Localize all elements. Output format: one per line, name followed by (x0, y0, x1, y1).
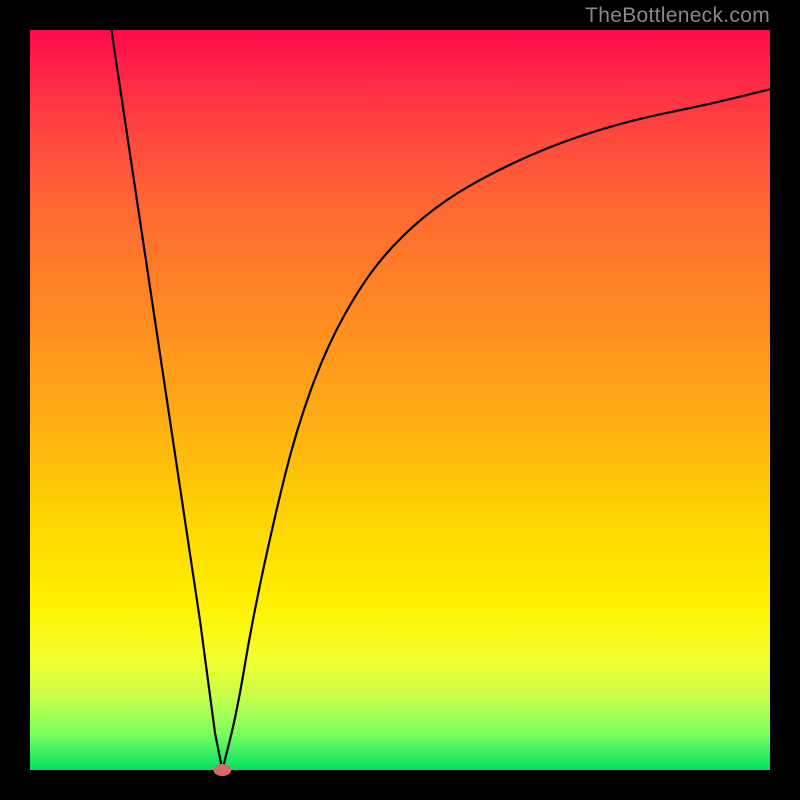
plot-area (30, 30, 770, 770)
minimum-marker (213, 764, 231, 776)
bottleneck-curve (30, 30, 770, 770)
chart-frame: TheBottleneck.com (0, 0, 800, 800)
curve-path (111, 30, 770, 770)
watermark-text: TheBottleneck.com (585, 4, 770, 28)
